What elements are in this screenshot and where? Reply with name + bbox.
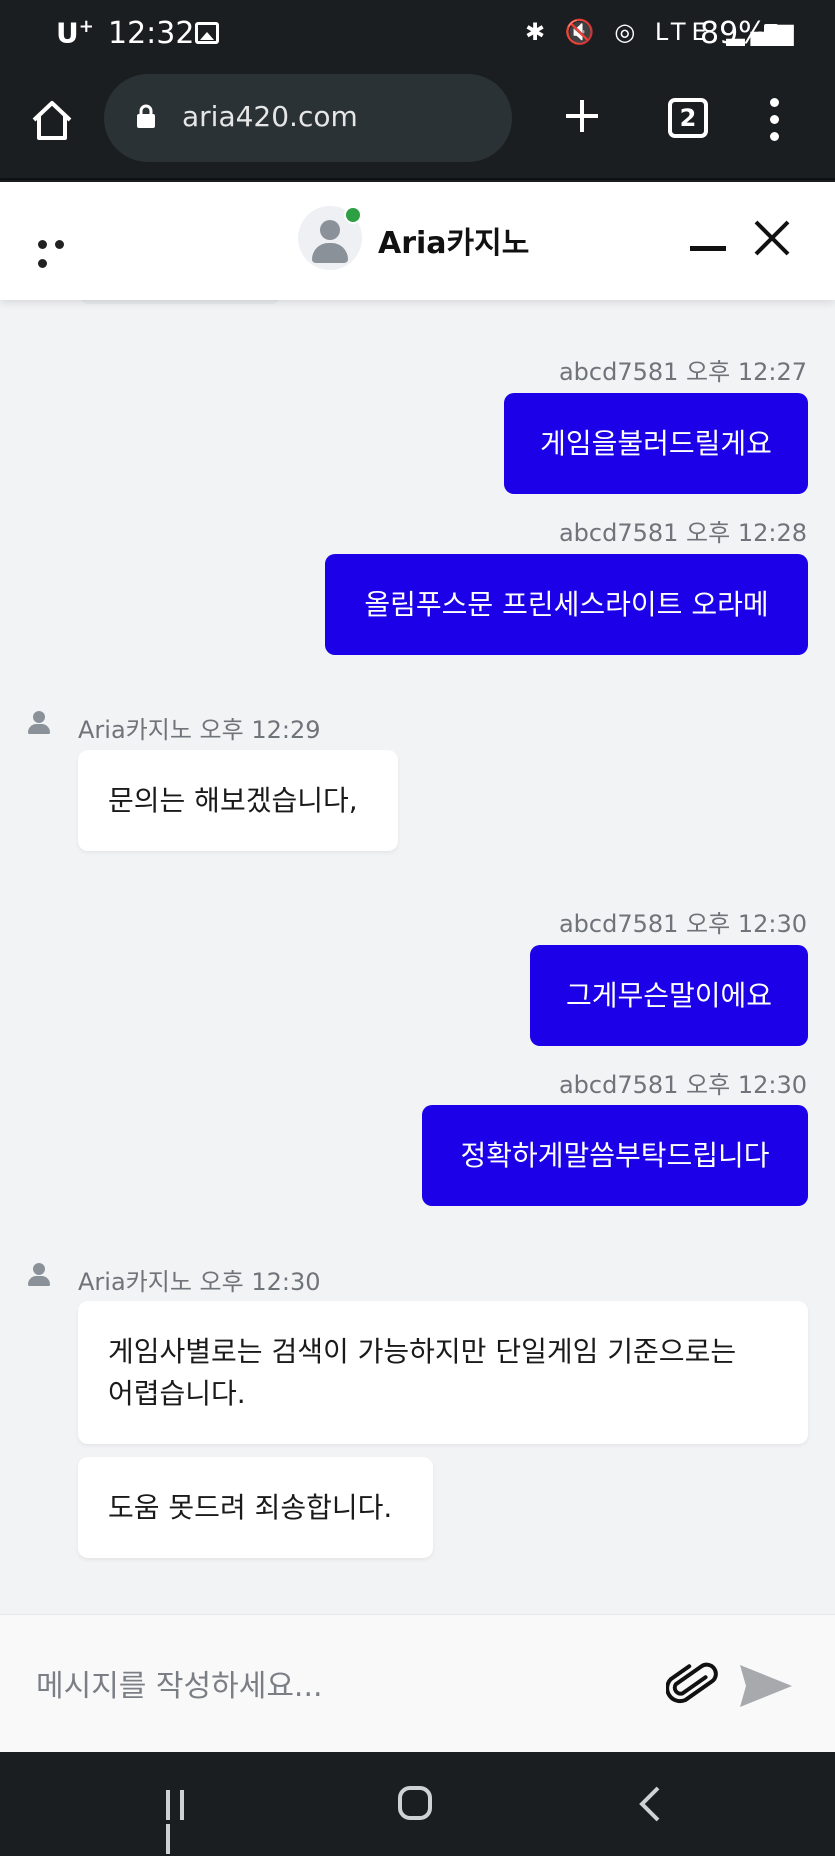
tab-switcher-button[interactable]: 2 (668, 98, 708, 138)
message-list[interactable]: abcd7581 오후 12:27 게임을불러드릴게요 abcd7581 오후 … (0, 300, 835, 1614)
browser-menu-button[interactable] (770, 98, 780, 142)
home-icon[interactable] (30, 98, 74, 142)
chat-title: Aria카지노 (378, 226, 530, 261)
message-composer (0, 1614, 835, 1752)
battery-level: 89% (700, 16, 767, 51)
outgoing-message: 그게무슨말이에요 (530, 945, 808, 1046)
back-icon[interactable] (636, 1786, 662, 1822)
browser-toolbar: aria420.com 2 (0, 68, 835, 180)
agent-icon (26, 710, 52, 736)
status-bar: U+ 12:32 ✱ 🔇 ◎ LTE ▂▄▆ 89% (0, 0, 835, 68)
message-meta: Aria카지노 오후 12:29 (78, 716, 321, 744)
home-button[interactable] (398, 1786, 432, 1820)
message-input[interactable] (36, 1661, 636, 1711)
incoming-message: 게임사별로는 검색이 가능하지만 단일게임 기준으로는 어렵습니다. (78, 1301, 808, 1444)
recent-apps-button[interactable] (166, 1790, 200, 1854)
message-meta: Aria카지노 오후 12:30 (78, 1268, 321, 1296)
message-meta: abcd7581 오후 12:30 (558, 910, 807, 938)
new-tab-button[interactable] (562, 96, 602, 136)
agent-icon (26, 1262, 52, 1288)
incoming-message: 도움 못드려 죄송합니다. (78, 1457, 433, 1558)
battery-icon (764, 24, 778, 46)
message-meta: abcd7581 오후 12:28 (558, 519, 807, 547)
outgoing-message: 게임을불러드릴게요 (504, 393, 808, 494)
clock: 12:32 (108, 16, 195, 51)
message-meta: abcd7581 오후 12:30 (558, 1071, 807, 1099)
carrier-label: U+ (56, 16, 94, 50)
chat-header: Aria카지노 (0, 182, 835, 300)
previous-message-edge (80, 300, 280, 304)
gallery-icon (195, 22, 219, 44)
send-icon[interactable] (738, 1661, 794, 1711)
url-text: aria420.com (182, 100, 358, 133)
more-options-button[interactable] (38, 234, 88, 268)
paperclip-icon[interactable] (666, 1659, 718, 1711)
android-navigation-bar (0, 1752, 835, 1856)
outgoing-message: 올림푸스문 프린세스라이트 오라메 (325, 554, 808, 655)
message-meta: abcd7581 오후 12:27 (558, 358, 807, 386)
outgoing-message: 정확하게말씀부탁드립니다 (422, 1105, 808, 1206)
address-bar[interactable]: aria420.com (104, 74, 512, 162)
plus-icon (566, 100, 598, 132)
close-icon[interactable] (752, 218, 792, 258)
incoming-message: 문의는 해보겠습니다, (78, 750, 398, 851)
minimize-button[interactable] (690, 246, 726, 251)
lock-icon (137, 104, 155, 128)
online-status-indicator (344, 206, 362, 224)
